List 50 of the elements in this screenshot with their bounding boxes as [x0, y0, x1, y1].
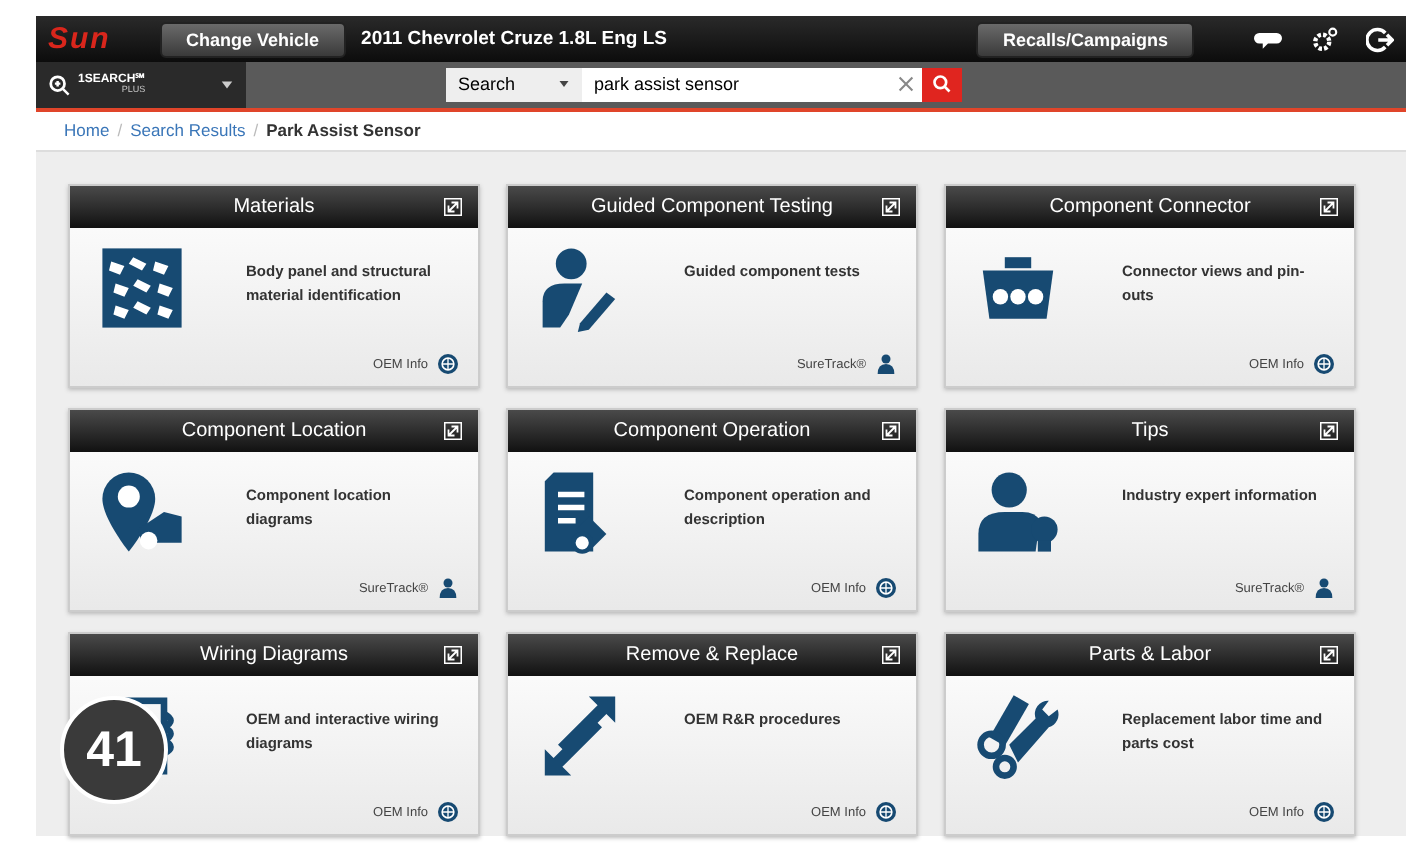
- card-title: Component Operation: [613, 420, 811, 442]
- breadcrumb-link[interactable]: Home: [64, 120, 110, 141]
- clear-icon[interactable]: [897, 76, 913, 93]
- globe-icon[interactable]: [1314, 802, 1334, 822]
- recalls-button[interactable]: Recalls/Campaigns: [976, 21, 1194, 58]
- globe-icon[interactable]: [1314, 354, 1334, 374]
- card-title: Parts & Labor: [1088, 644, 1212, 666]
- expand-icon[interactable]: [882, 422, 900, 440]
- expand-icon[interactable]: [444, 646, 462, 664]
- zoom-icon: [48, 73, 70, 96]
- dropdown-icon: [220, 77, 234, 92]
- vehicle-name: 2011 Chevrolet Cruze 1.8L Eng LS: [361, 28, 669, 51]
- person-bulb-icon: [974, 468, 1062, 556]
- logo: Sun: [48, 22, 113, 57]
- panel-grid-icon: [98, 244, 186, 332]
- dropdown-icon: [558, 78, 570, 91]
- breadcrumb-link[interactable]: Search Results: [130, 120, 246, 141]
- card-title: Materials: [233, 196, 315, 218]
- breadcrumb-separator: /: [253, 120, 259, 141]
- globe-icon[interactable]: [876, 578, 896, 598]
- card-title: Remove & Replace: [625, 644, 799, 666]
- expand-icon[interactable]: [882, 646, 900, 664]
- globe-icon[interactable]: [438, 354, 458, 374]
- tools-icon: [974, 692, 1062, 780]
- change-vehicle-button[interactable]: Change Vehicle: [160, 21, 346, 58]
- card-title: Component Connector: [1049, 196, 1251, 218]
- card-title: Guided Component Testing: [590, 196, 833, 218]
- expand-icon[interactable]: [444, 422, 462, 440]
- search-icon: [932, 74, 952, 95]
- expand-icon[interactable]: [1320, 646, 1338, 664]
- expand-icon[interactable]: [444, 198, 462, 216]
- expand-icon[interactable]: [882, 198, 900, 216]
- person-icon[interactable]: [438, 578, 458, 598]
- card-title: Wiring Diagrams: [200, 644, 348, 666]
- settings-icon[interactable]: [1310, 25, 1338, 54]
- globe-icon[interactable]: [438, 802, 458, 822]
- logout-icon[interactable]: [1366, 25, 1394, 54]
- globe-icon[interactable]: [876, 802, 896, 822]
- card-title: Component Location: [181, 420, 367, 442]
- location-pin-icon: [98, 468, 186, 556]
- person-icon[interactable]: [876, 354, 896, 374]
- breadcrumb-current: Park Assist Sensor: [266, 120, 421, 141]
- search-button[interactable]: [922, 67, 962, 102]
- card-title: Tips: [1131, 420, 1169, 442]
- breadcrumb-separator: /: [117, 120, 123, 141]
- expand-icon[interactable]: [1320, 198, 1338, 216]
- search-field[interactable]: park assist sensor: [582, 67, 888, 102]
- scope-dropdown[interactable]: Search: [446, 67, 582, 102]
- expand-icon[interactable]: [1320, 422, 1338, 440]
- person-icon[interactable]: [1314, 578, 1334, 598]
